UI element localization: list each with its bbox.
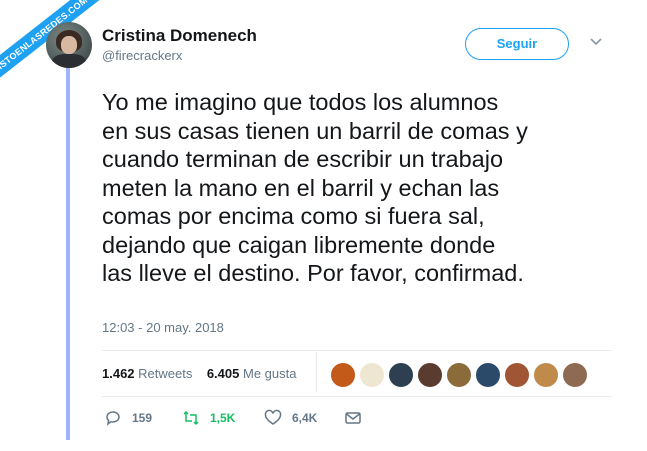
likes-count[interactable]: 6.405 [207, 366, 240, 381]
chevron-down-icon[interactable] [589, 36, 603, 48]
tweet-line: meten la mano en el barril y echan las [102, 174, 500, 201]
follow-button[interactable]: Seguir [465, 28, 569, 60]
liker-avatar[interactable] [475, 362, 501, 388]
tweet-line: las lleve el destino. Por favor, confirm… [102, 260, 524, 286]
tweet-text: Yo me imagino que todos los alumnos en s… [102, 88, 622, 288]
liker-avatar[interactable] [504, 362, 530, 388]
liker-avatar[interactable] [533, 362, 559, 388]
action-bar: 159 1,5K 6,4K [102, 406, 622, 436]
divider [102, 350, 612, 351]
reply-count: 159 [132, 411, 153, 425]
retweet-count: 1,5K [210, 411, 236, 425]
divider [102, 396, 612, 397]
tweet-line: en sus casas tienen un barril de comas y [102, 117, 528, 144]
liker-avatar[interactable] [446, 362, 472, 388]
reply-button[interactable]: 159 [104, 406, 152, 430]
heart-icon [264, 409, 282, 425]
liker-avatar[interactable] [388, 362, 414, 388]
stats-divider [316, 352, 317, 392]
avatar[interactable] [46, 22, 92, 68]
direct-message-button[interactable] [344, 406, 372, 430]
like-button[interactable]: 6,4K [264, 406, 317, 430]
engagement-stats: 1.462 Retweets 6.405 Me gusta [102, 366, 296, 381]
tweet-line: cuando terminan de escribir un trabajo [102, 146, 504, 172]
left-accent-bar [66, 52, 70, 440]
author-name[interactable]: Cristina Domenech [102, 26, 257, 46]
timestamp[interactable]: 12:03 - 20 may. 2018 [102, 320, 224, 335]
like-count: 6,4K [292, 411, 318, 425]
envelope-icon [345, 412, 361, 424]
liker-avatar[interactable] [330, 362, 356, 388]
retweets-label[interactable]: Retweets [138, 366, 192, 381]
liker-avatar[interactable] [359, 362, 385, 388]
retweet-icon [183, 410, 199, 426]
likes-label[interactable]: Me gusta [243, 366, 296, 381]
tweet-line: dejando que caigan libremente donde [102, 231, 496, 258]
retweet-button[interactable]: 1,5K [182, 406, 235, 430]
reply-icon [106, 411, 120, 426]
liker-avatar[interactable] [417, 362, 443, 388]
tweet-line: Yo me imagino que todos los alumnos [102, 89, 499, 115]
liker-avatar[interactable] [562, 362, 588, 388]
retweets-count[interactable]: 1.462 [102, 366, 135, 381]
tweet-line: comas por encima como si fuera sal, [102, 203, 485, 229]
author-handle[interactable]: @firecrackerx [102, 48, 182, 63]
